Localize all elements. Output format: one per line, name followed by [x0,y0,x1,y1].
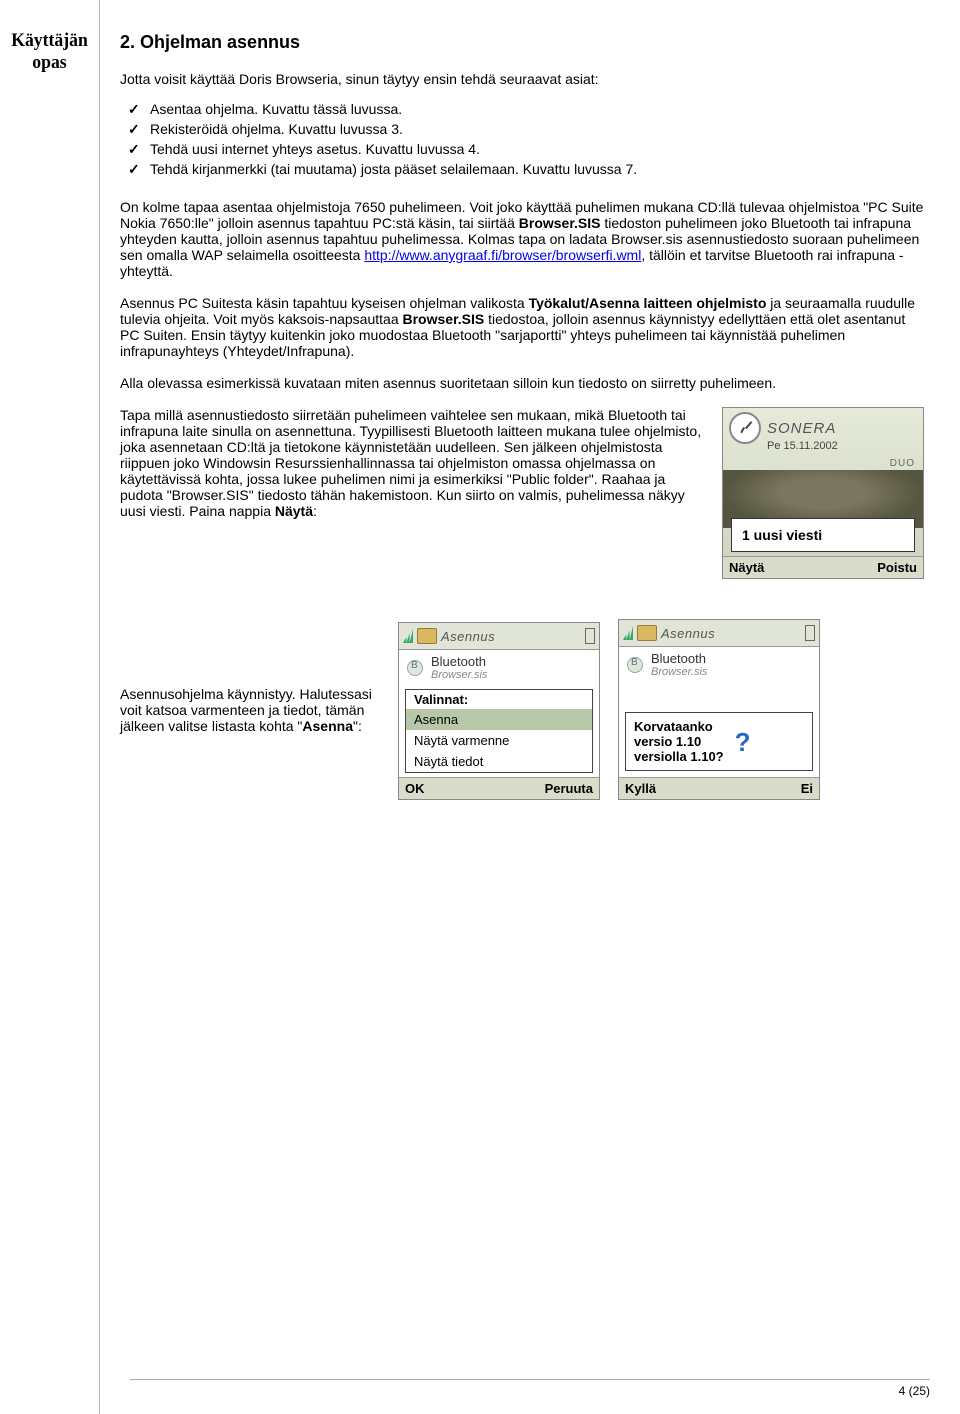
battery-icon [585,628,595,644]
checklist-item: Asentaa ohjelma. Kuvattu tässä luvussa. [124,101,924,117]
checklist: Asentaa ohjelma. Kuvattu tässä luvussa. … [120,101,924,177]
install-item-file: Browser.sis [651,666,707,678]
bluetooth-icon [407,660,423,676]
page: Käyttäjän opas 2. Ohjelman asennus Jotta… [0,0,960,1414]
date-label: Pe 15.11.2002 [767,440,838,452]
phone-screenshot-install-confirm: Asennus Bluetooth Browser.sis Korvataank… [618,619,820,800]
signal-icon [623,626,633,640]
page-number: 4 (25) [899,1384,930,1398]
softkey-right[interactable]: Peruuta [545,781,593,796]
confirm-line-1: Korvataanko [634,719,724,734]
checklist-item: Tehdä kirjanmerkki (tai muutama) josta p… [124,161,924,177]
transfer-row: Tapa millä asennustiedosto siirretään pu… [120,407,924,579]
install-item: Bluetooth Browser.sis [619,647,819,682]
bluetooth-icon [627,657,643,673]
brand-line-1: Käyttäjän [9,30,90,52]
checklist-item: Tehdä uusi internet yhteys asetus. Kuvat… [124,141,924,157]
option-install[interactable]: Asenna [406,709,592,730]
install-item-name: Bluetooth [431,654,487,669]
install-item: Bluetooth Browser.sis [399,650,599,685]
clock-icon [729,412,761,444]
section-heading: 2. Ohjelman asennus [120,32,924,53]
paragraph-installer-start: Asennusohjelma käynnistyy. Halutessasi v… [120,686,380,734]
install-item-file: Browser.sis [431,669,487,681]
options-menu: Valinnat: Asenna Näytä varmenne Näytä ti… [405,689,593,773]
battery-icon [805,625,815,641]
paragraph-install-methods: On kolme tapaa asentaa ohjelmistoja 7650… [120,199,924,279]
softkey-left[interactable]: Näytä [729,560,764,575]
phone-screenshot-idle: SONERA Pe 15.11.2002 DUO 1 uusi viesti N… [722,407,924,579]
options-menu-header: Valinnat: [406,690,592,709]
softkey-left[interactable]: OK [405,781,425,796]
paragraph-example-intro: Alla olevassa esimerkissä kuvataan miten… [120,375,924,391]
brand-line-2: opas [9,52,90,74]
phone-screenshot-install-menu: Asennus Bluetooth Browser.sis Valinnat: … [398,622,600,800]
softkey-right[interactable]: Ei [801,781,813,796]
signal-icon [403,629,413,643]
option-view-certificate[interactable]: Näytä varmenne [406,730,592,751]
app-title: Asennus [661,626,801,641]
option-view-details[interactable]: Näytä tiedot [406,751,592,772]
page-footer: 4 (25) [130,1379,930,1398]
install-item-name: Bluetooth [651,651,707,666]
confirm-line-2: versio 1.10 [634,734,724,749]
operator-label: SONERA [767,420,836,437]
confirm-dialog: Korvataanko versio 1.10 versiolla 1.10? … [625,712,813,771]
sidebar: Käyttäjän opas [0,0,100,1414]
main-content: 2. Ohjelman asennus Jotta voisit käyttää… [100,0,960,1414]
softkey-left[interactable]: Kyllä [625,781,656,796]
question-icon: ? [732,728,754,756]
wap-download-link[interactable]: http://www.anygraaf.fi/browser/browserfi… [364,247,641,263]
new-message-popup: 1 uusi viesti [731,518,915,552]
app-icon [417,628,437,644]
install-phones-row: Asennusohjelma käynnistyy. Halutessasi v… [120,619,924,800]
confirm-line-3: versiolla 1.10? [634,749,724,764]
intro-paragraph: Jotta voisit käyttää Doris Browseria, si… [120,71,924,87]
brand-title: Käyttäjän opas [9,30,90,74]
paragraph-pc-suite: Asennus PC Suitesta käsin tapahtuu kysei… [120,295,924,359]
paragraph-transfer: Tapa millä asennustiedosto siirretään pu… [120,407,708,519]
app-title: Asennus [441,629,581,644]
softkey-right[interactable]: Poistu [877,560,917,575]
app-icon [637,625,657,641]
duo-label: DUO [890,458,915,469]
checklist-item: Rekisteröidä ohjelma. Kuvattu luvussa 3. [124,121,924,137]
